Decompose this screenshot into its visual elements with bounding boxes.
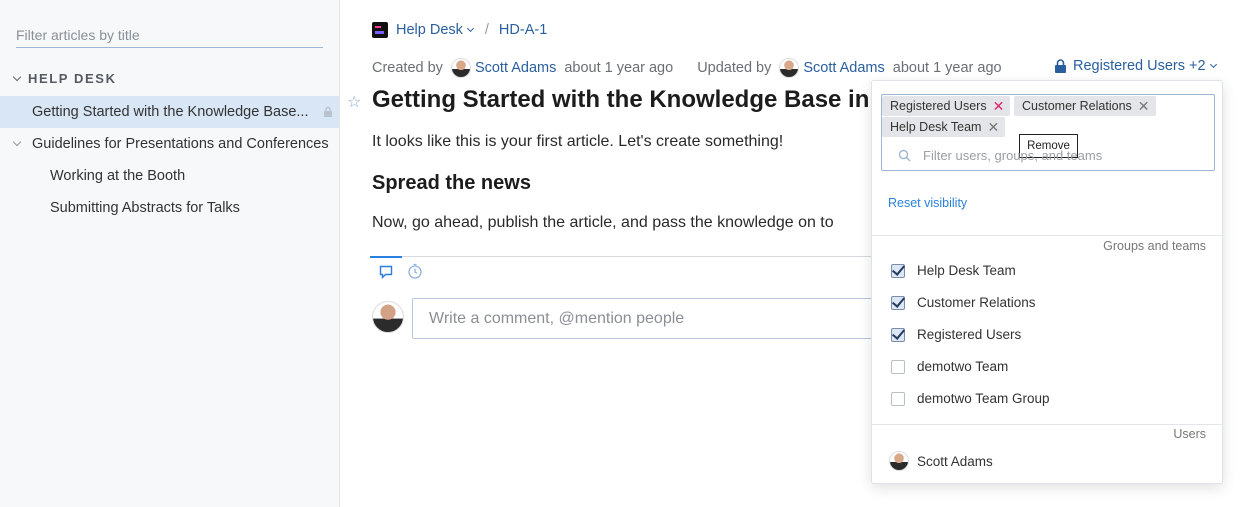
avatar: [372, 301, 404, 333]
user-option-scott-adams[interactable]: Scott Adams: [889, 451, 993, 471]
article-label: Getting Started with the Knowledge Base.…: [32, 104, 309, 120]
breadcrumb-article-id[interactable]: HD-A-1: [499, 22, 547, 38]
dd-search: [898, 148, 1183, 163]
visibility-label: Registered Users +2: [1073, 58, 1206, 74]
close-icon[interactable]: ✕: [993, 99, 1005, 113]
option-label: Registered Users: [917, 327, 1022, 342]
option-label: Help Desk Team: [917, 263, 1016, 278]
close-icon[interactable]: ✕: [987, 120, 999, 134]
checkbox[interactable]: [891, 295, 905, 310]
activity-tabbar: [370, 256, 872, 257]
option-registered-users[interactable]: Registered Users: [891, 327, 1021, 342]
tab-comments[interactable]: [370, 256, 402, 286]
tag-customer-relations: Customer Relations ✕: [1014, 96, 1156, 116]
chevron-down-icon: [1209, 60, 1217, 69]
breadcrumb-project-link[interactable]: Help Desk: [396, 22, 463, 38]
updated-time: about 1 year ago: [892, 60, 1002, 76]
breadcrumb-separator: /: [484, 22, 489, 38]
avatar: [779, 58, 800, 78]
lock-icon: [324, 106, 332, 117]
option-customer-relations[interactable]: Customer Relations: [891, 295, 1036, 310]
tag-help-desk-team: Help Desk Team ✕: [882, 117, 1006, 137]
visibility-tag-input[interactable]: Registered Users ✕ Customer Relations ✕ …: [881, 94, 1215, 171]
tab-history[interactable]: [404, 256, 426, 286]
avatar: [450, 58, 471, 78]
updated-by-label: Updated by: [697, 60, 772, 76]
article-item-guidelines[interactable]: Guidelines for Presentations and Confere…: [0, 128, 339, 160]
tag-registered-users: Registered Users ✕: [882, 96, 1011, 116]
option-label: demotwo Team: [917, 359, 1009, 374]
divider: [872, 235, 1222, 236]
article-body: Now, go ahead, publish the article, and …: [372, 214, 834, 231]
article-meta: Created by Scott Adams about 1 year ago …: [372, 58, 1002, 78]
divider: [872, 424, 1222, 425]
tag-label: Registered Users: [890, 99, 987, 113]
comment-icon: [379, 265, 393, 279]
tag-label: Help Desk Team: [890, 120, 982, 134]
article-title: Getting Started with the Knowledge Base …: [372, 86, 870, 113]
lock-icon: [1055, 59, 1066, 73]
tag-label: Customer Relations: [1022, 99, 1132, 113]
reset-visibility-link[interactable]: Reset visibility: [888, 196, 967, 210]
comment-input[interactable]: [412, 298, 882, 339]
article-label: Guidelines for Presentations and Confere…: [32, 136, 329, 152]
search-icon: [898, 149, 911, 162]
checkbox[interactable]: [891, 263, 905, 278]
close-icon[interactable]: ✕: [1138, 99, 1150, 113]
chevron-down-icon[interactable]: [466, 24, 474, 33]
updated-by-user-link[interactable]: Scott Adams: [803, 60, 884, 76]
section-header-help-desk[interactable]: HELP DESK: [12, 71, 117, 86]
checkbox[interactable]: [891, 359, 905, 374]
created-by-user-link[interactable]: Scott Adams: [475, 60, 556, 76]
star-icon[interactable]: ☆: [347, 92, 361, 112]
avatar: [889, 451, 909, 471]
article-item-getting-started[interactable]: Getting Started with the Knowledge Base.…: [0, 96, 339, 128]
article-heading: Spread the news: [372, 172, 531, 194]
clock-icon: [408, 263, 422, 279]
visibility-button[interactable]: Registered Users +2: [1054, 58, 1222, 74]
option-demotwo-team-group[interactable]: demotwo Team Group: [891, 391, 1050, 406]
breadcrumb: Help Desk / HD-A-1: [372, 22, 547, 38]
option-label: Customer Relations: [917, 295, 1036, 310]
option-label: demotwo Team Group: [917, 391, 1050, 406]
user-label: Scott Adams: [917, 453, 993, 469]
section-title: HELP DESK: [28, 71, 117, 86]
visibility-dropdown: Registered Users ✕ Customer Relations ✕ …: [871, 80, 1223, 484]
chevron-down-icon: [12, 72, 22, 81]
article-label: Submitting Abstracts for Talks: [50, 200, 240, 216]
article-item-submitting-abstracts[interactable]: Submitting Abstracts for Talks: [0, 192, 339, 224]
article-item-working-at-booth[interactable]: Working at the Booth: [0, 160, 339, 192]
article-label: Working at the Booth: [50, 168, 186, 184]
sidebar: HELP DESK Getting Started with the Knowl…: [0, 0, 340, 507]
option-demotwo-team[interactable]: demotwo Team: [891, 359, 1008, 374]
groups-and-teams-label: Groups and teams: [1103, 239, 1206, 253]
users-label: Users: [1173, 427, 1206, 441]
filter-users-input[interactable]: [923, 148, 1183, 163]
checkbox[interactable]: [891, 391, 905, 406]
created-by-label: Created by: [372, 60, 443, 76]
project-logo-icon: [372, 22, 388, 38]
filter-articles-input[interactable]: [16, 22, 323, 48]
option-help-desk-team[interactable]: Help Desk Team: [891, 263, 1016, 278]
article-intro: It looks like this is your first article…: [372, 133, 784, 150]
created-time: about 1 year ago: [564, 60, 674, 76]
checkbox[interactable]: [891, 327, 905, 342]
chevron-down-icon: [12, 137, 22, 147]
